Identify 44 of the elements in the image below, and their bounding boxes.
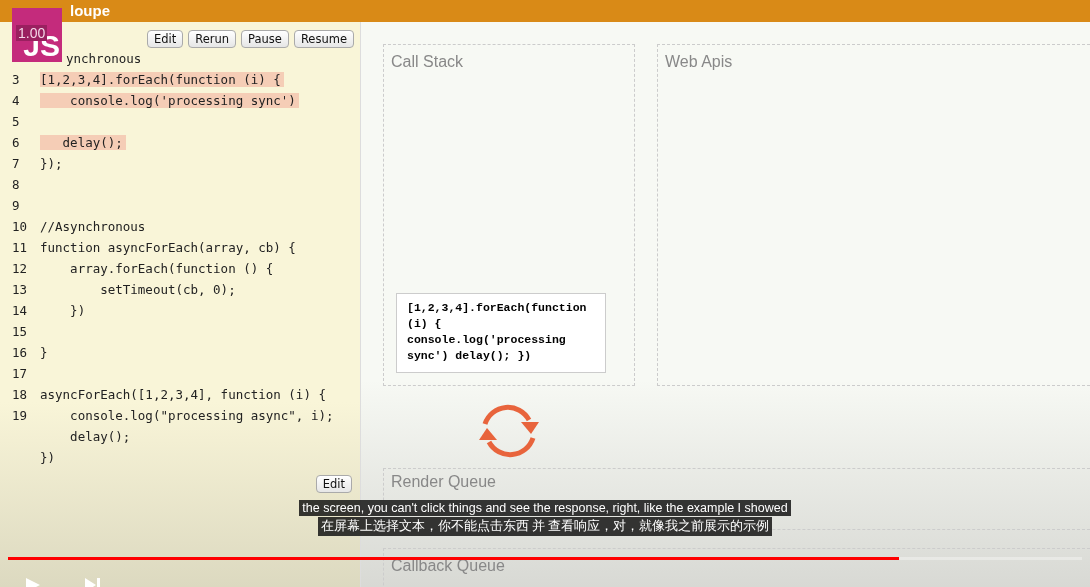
code-line: delay(); [69,429,132,444]
line-number: 16 [12,345,28,360]
speed-label: 1.00 [16,25,48,41]
line-number: 9 [12,198,20,213]
code-line: array.forEach(function () { [69,261,275,276]
line-number: 3 [12,72,20,87]
toolbar-button[interactable]: Resume [293,30,354,48]
panel-title: Callback Queue [391,557,505,575]
app-title: loupe [70,2,110,20]
line-number: 14 [12,303,28,318]
code-line: }); [40,156,64,171]
code-line: //Asynchronous [40,219,147,234]
line-number: 10 [12,219,28,234]
code-line: } [40,345,49,360]
toolbar-button[interactable]: Edit [146,30,184,48]
panel-title: Web Apis [665,53,733,71]
line-number: 4 [12,93,20,108]
line-number: 17 [12,366,28,381]
line-number: 11 [12,240,28,255]
subtitle: 在屏幕上选择文本，你不能点击东西 并 查看响应，对，就像我之前展示的示例 [317,517,773,536]
stack-frame: [1,2,3,4].forEach(function (i) { console.log('processing sync') delay(); }) [396,293,606,373]
panel-title: Render Queue [391,473,496,491]
line-number: 12 [12,261,28,276]
line-number: 7 [12,156,20,171]
toolbar-button[interactable]: Rerun [188,30,237,48]
toolbar-button[interactable]: Pause [241,30,289,48]
edit-button[interactable]: Edit [315,475,352,493]
code-line: }) [69,303,87,318]
line-number: 5 [12,114,20,129]
panel-title: Call Stack [391,53,464,71]
subtitle: the screen, you can't click things and see the response, right, like the example I showed [299,500,791,516]
line-number: 18 [12,387,28,402]
line-number: 13 [12,282,28,297]
code-line: function asyncForEach(array, cb) { [40,240,297,255]
progress-bar[interactable] [8,557,1082,560]
line-number: 19 [12,408,28,423]
line-number: 6 [12,135,20,150]
code-line: ynchronous [66,51,143,66]
line-number: 8 [12,177,20,192]
line-number: 15 [12,324,28,339]
code-line: setTimeout(cb, 0); [99,282,237,297]
code-line: }) [40,450,57,465]
code-line: console.log("processing async", i); [69,408,335,423]
code-line: asyncForEach([1,2,3,4], function (i) { [40,387,327,402]
